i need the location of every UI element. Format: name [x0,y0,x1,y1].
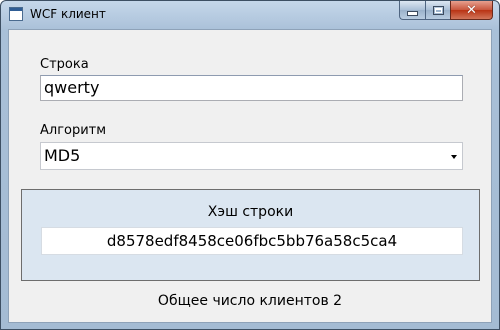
minimize-button[interactable] [399,1,425,20]
window-title: WCF клиент [30,7,106,21]
caption-buttons: ✕ [399,1,493,20]
algorithm-label: Алгоритм [40,123,107,138]
client-area: Строка qwerty Алгоритм MD5 Хэш строки d8… [8,29,492,323]
close-icon: ✕ [466,2,477,18]
hash-panel: Хэш строки d8578edf8458ce06fbc5bb76a58c5… [21,189,480,281]
algorithm-selected-value: MD5 [44,146,81,165]
string-input[interactable]: qwerty [40,75,463,101]
minimize-icon [407,11,418,16]
algorithm-select[interactable]: MD5 [40,142,463,170]
string-label: Строка [40,57,89,72]
clients-count-label: Общее число клиентов 2 [157,293,343,309]
maximize-icon [432,5,444,15]
chevron-down-icon[interactable] [451,155,457,159]
hash-panel-title: Хэш строки [207,204,294,220]
app-window-icon[interactable] [9,7,23,21]
title-bar[interactable]: WCF клиент ✕ [1,1,499,29]
maximize-button[interactable] [425,1,450,20]
close-button[interactable]: ✕ [450,1,493,20]
hash-output-field[interactable]: d8578edf8458ce06fbc5bb76a58c5ca4 [41,227,463,255]
app-window: WCF клиент ✕ Строка qwerty Алгоритм MD5 … [0,0,500,330]
